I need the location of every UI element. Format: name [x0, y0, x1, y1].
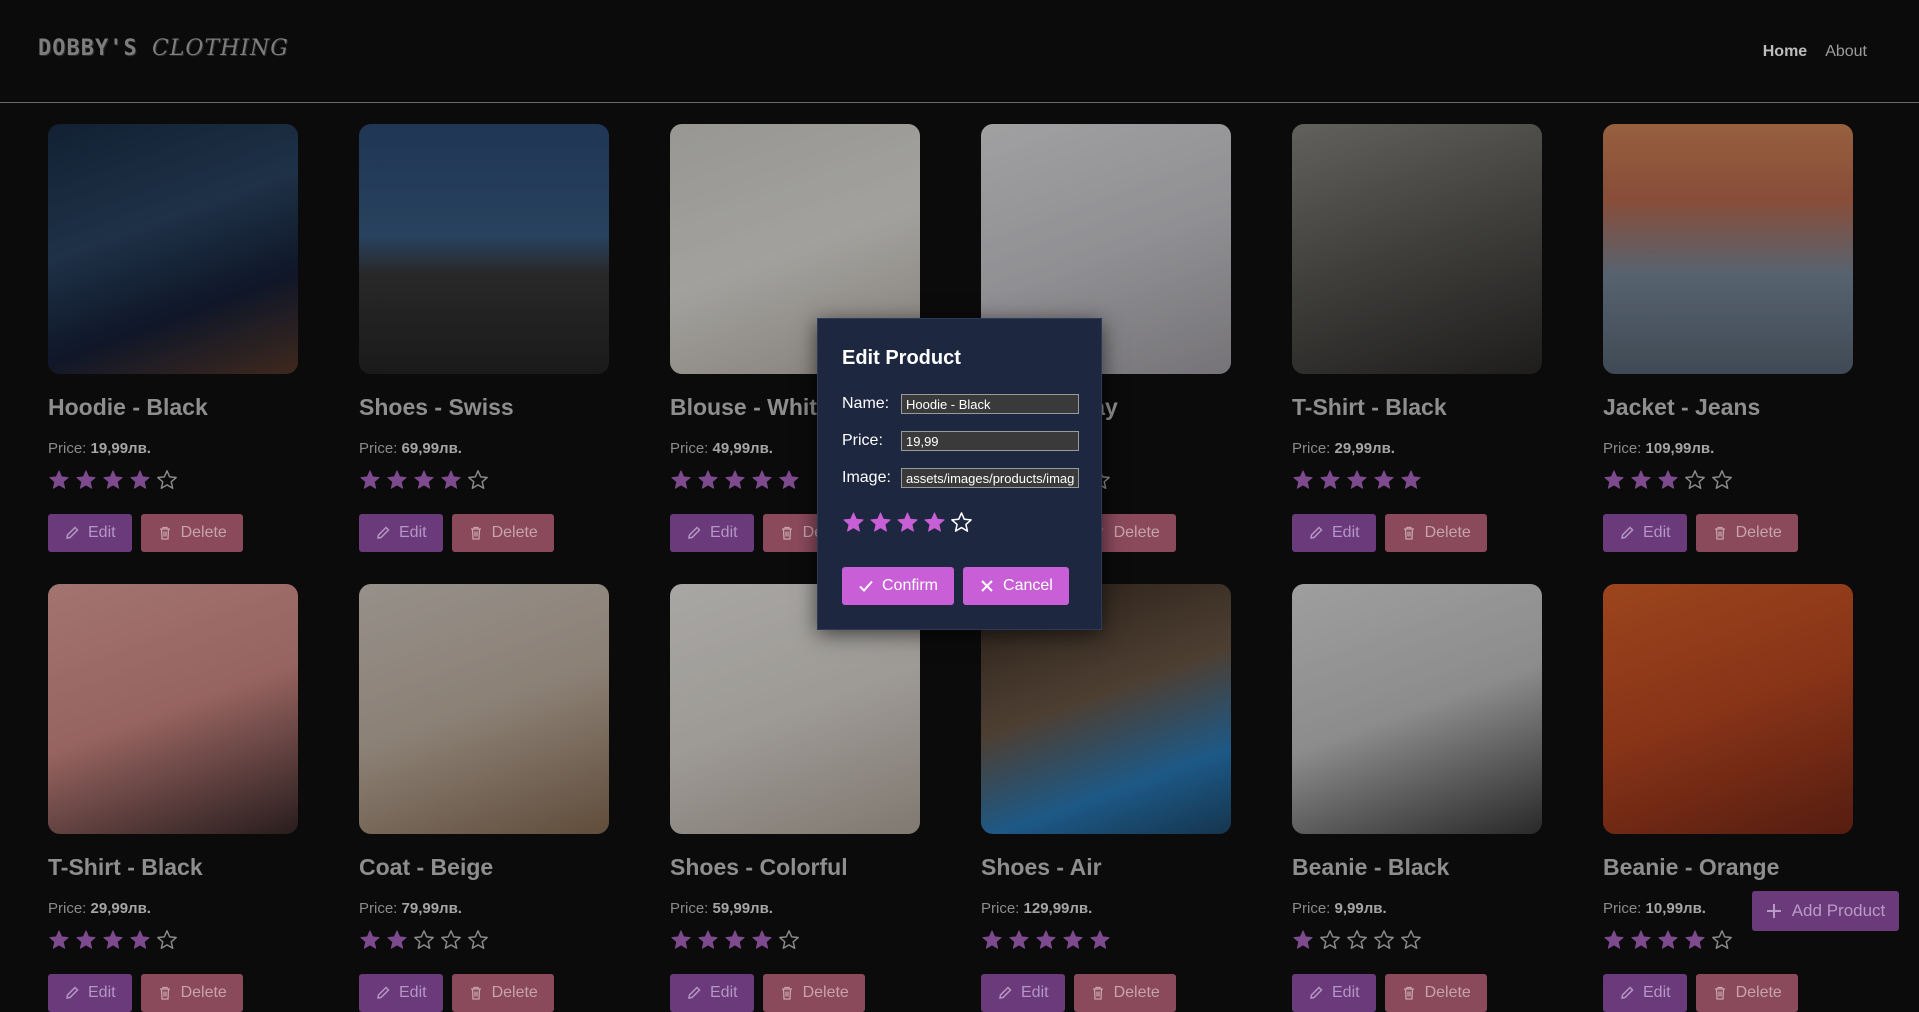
close-icon	[981, 580, 993, 592]
trash-icon	[159, 986, 170, 1000]
product-actions: Edit Delete	[1292, 974, 1487, 1012]
trash-icon	[1092, 986, 1103, 1000]
trash-icon	[470, 986, 481, 1000]
pencil-icon	[1621, 986, 1634, 999]
delete-button[interactable]: Delete	[1384, 974, 1487, 1012]
edit-button[interactable]: Edit	[1603, 974, 1687, 1012]
edit-button[interactable]: Edit	[359, 974, 443, 1012]
edit-product-modal: Edit Product Name: Price: Image: Confirm…	[817, 318, 1102, 630]
trash-icon	[781, 986, 792, 1000]
edit-button[interactable]: Edit	[48, 974, 132, 1012]
star-filled-icon[interactable]	[869, 511, 892, 534]
edit-button[interactable]: Edit	[1292, 974, 1376, 1012]
pencil-icon	[66, 986, 79, 999]
image-field-row: Image:	[842, 468, 1079, 488]
star-filled-icon[interactable]	[842, 511, 865, 534]
price-label: Price:	[842, 432, 883, 449]
edit-button[interactable]: Edit	[670, 974, 754, 1012]
delete-button[interactable]: Delete	[762, 974, 865, 1012]
trash-icon	[1714, 986, 1725, 1000]
plus-icon	[1766, 904, 1781, 918]
product-actions: Edit Delete	[981, 974, 1176, 1012]
pencil-icon	[688, 986, 701, 999]
pencil-icon	[1310, 986, 1323, 999]
image-input[interactable]	[901, 468, 1079, 488]
add-product-label: Add Product	[1791, 901, 1886, 920]
name-label: Name:	[842, 395, 890, 412]
image-label: Image:	[842, 469, 891, 486]
add-product-button[interactable]: Add Product	[1752, 891, 1899, 931]
pencil-icon	[377, 986, 390, 999]
edit-button[interactable]: Edit	[981, 974, 1065, 1012]
star-empty-icon[interactable]	[950, 511, 973, 534]
check-icon	[859, 580, 873, 592]
product-actions: Edit Delete	[1603, 974, 1798, 1012]
modal-actions: Confirm Cancel	[842, 567, 1069, 605]
cancel-button[interactable]: Cancel	[963, 567, 1069, 605]
cancel-label: Cancel	[1003, 577, 1053, 594]
product-actions: Edit Delete	[359, 974, 554, 1012]
name-input[interactable]	[901, 394, 1079, 414]
trash-icon	[1403, 986, 1414, 1000]
confirm-label: Confirm	[882, 577, 939, 594]
confirm-button[interactable]: Confirm	[842, 567, 955, 605]
price-input[interactable]	[901, 431, 1079, 451]
price-field-row: Price:	[842, 431, 1079, 451]
product-actions: Edit Delete	[670, 974, 865, 1012]
product-actions: Edit Delete	[48, 974, 243, 1012]
delete-button[interactable]: Delete	[451, 974, 554, 1012]
delete-button[interactable]: Delete	[140, 974, 243, 1012]
modal-rating	[842, 511, 973, 534]
delete-button[interactable]: Delete	[1695, 974, 1798, 1012]
delete-button[interactable]: Delete	[1073, 974, 1176, 1012]
star-filled-icon[interactable]	[896, 511, 919, 534]
name-field-row: Name:	[842, 394, 1079, 414]
modal-title: Edit Product	[842, 347, 961, 369]
star-filled-icon[interactable]	[923, 511, 946, 534]
pencil-icon	[999, 986, 1012, 999]
